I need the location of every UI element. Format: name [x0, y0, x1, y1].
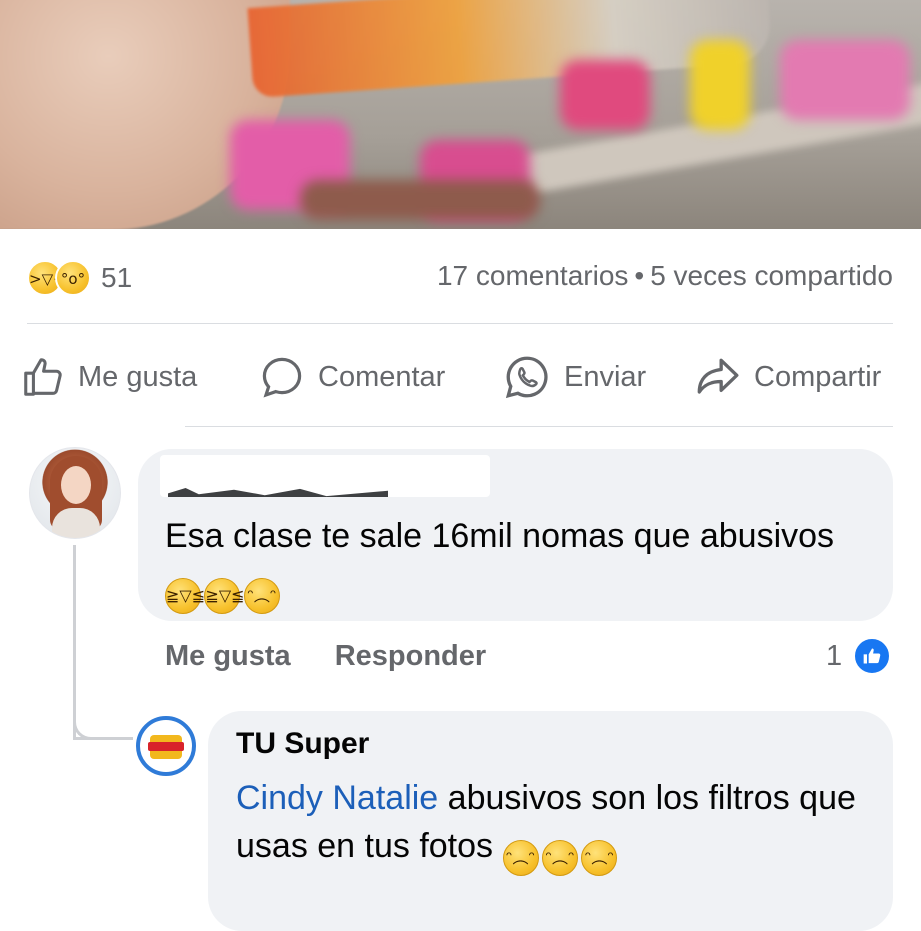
thread-line-branch — [73, 737, 133, 740]
comment-reply-link[interactable]: Responder — [335, 640, 486, 672]
photo-blob — [300, 180, 540, 220]
thread-line — [73, 545, 76, 740]
pleading-emoji-icon: ᵔ︵ᵔ — [243, 578, 280, 614]
reply-text: Cindy Natalie abusivos son los filtros q… — [236, 774, 876, 876]
share-label: Compartir — [754, 360, 882, 393]
comments-shares-summary: 17 comentarios • 5 veces compartido — [437, 260, 893, 292]
rofl-emoji-icon: ≧▽≦ — [204, 578, 245, 614]
whatsapp-icon — [505, 356, 548, 399]
comment-body: Esa clase te sale 16mil nomas que abusiv… — [165, 517, 835, 555]
pleading-emoji-icon: ᵔ︵ᵔ — [502, 840, 539, 876]
dot-separator: • — [634, 260, 645, 291]
comment-button[interactable]: Comentar — [258, 348, 445, 406]
redacted-author-name — [160, 455, 490, 497]
like-button[interactable]: Me gusta — [20, 348, 197, 406]
wow-emoji-icon: °o° — [55, 260, 91, 296]
photo-blob — [560, 60, 650, 130]
post-stats: >▽< °o° 51 17 comentarios • 5 veces compar… — [0, 250, 921, 305]
comment-like-count: 1 — [826, 640, 843, 672]
thumbs-up-icon — [24, 358, 62, 396]
photo-blob — [690, 40, 750, 130]
shares-count-link[interactable]: 5 veces compartido — [650, 260, 893, 291]
page-avatar[interactable] — [136, 716, 196, 776]
rofl-emoji-icon: ≧▽≦ — [165, 578, 205, 614]
share-arrow-icon — [697, 358, 739, 394]
like-label: Me gusta — [78, 360, 198, 393]
reaction-count: 51 — [101, 262, 133, 293]
comment-like-link[interactable]: Me gusta — [165, 640, 291, 672]
share-button[interactable]: Compartir — [692, 348, 881, 406]
post-actions-bar: Me gusta Comentar Enviar Compartir — [0, 348, 921, 406]
comment-icon — [262, 357, 302, 398]
thread-line-corner — [73, 712, 113, 740]
commenter-avatar[interactable] — [29, 447, 121, 539]
send-button[interactable]: Enviar — [502, 348, 646, 406]
comment-text: Esa clase te sale 16mil nomas que abusiv… — [165, 512, 865, 614]
comment-label: Comentar — [318, 360, 446, 393]
post-photo[interactable] — [0, 0, 921, 229]
mention-link[interactable]: Cindy Natalie — [236, 779, 438, 817]
like-badge-icon[interactable] — [852, 636, 892, 676]
actions-divider — [185, 426, 893, 427]
reply-author[interactable]: TU Super — [236, 727, 369, 761]
pleading-emoji-icon: ᵔ︵ᵔ — [581, 840, 618, 876]
reactions-summary[interactable]: >▽< °o° 51 — [27, 258, 132, 298]
pleading-emoji-icon: ᵔ︵ᵔ — [541, 840, 578, 876]
photo-blob — [780, 40, 910, 120]
comments-count-link[interactable]: 17 comentarios — [437, 260, 628, 291]
comment-actions: Me gusta Responder — [165, 640, 530, 673]
send-label: Enviar — [564, 360, 647, 393]
stats-divider — [27, 323, 893, 324]
